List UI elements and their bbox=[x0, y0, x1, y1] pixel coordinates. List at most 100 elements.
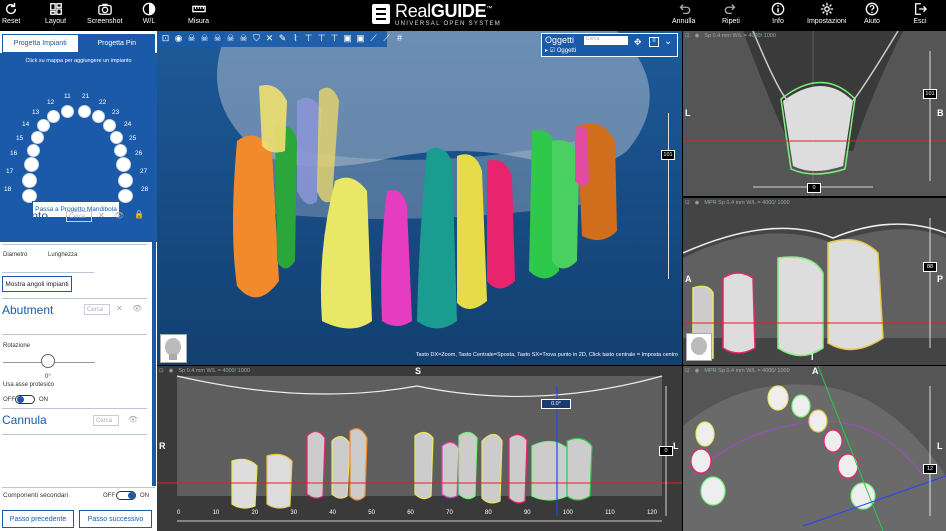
skull-icon[interactable]: ☠ bbox=[225, 33, 236, 47]
camera-icon: ◉ bbox=[168, 368, 174, 374]
secondary-toggle[interactable] bbox=[116, 491, 136, 500]
slice-slider-value[interactable]: 12 bbox=[923, 464, 937, 474]
tooth-23[interactable] bbox=[103, 119, 116, 132]
select-icon: ⊡ bbox=[685, 33, 690, 39]
help-button[interactable]: Aiuto bbox=[864, 2, 880, 25]
next-step-button[interactable]: Passo successivo bbox=[79, 510, 152, 528]
objects-search-input[interactable]: Cerca bbox=[584, 36, 628, 45]
eye-icon[interactable]: 👁 bbox=[132, 304, 142, 313]
line-icon[interactable]: ⟋ bbox=[368, 33, 379, 47]
abutment-search-field[interactable]: Cerca bbox=[84, 304, 110, 315]
ct-sagittal-view[interactable]: ⊡ ◉ MPR Sp 0.4 mm W/L = 4000/ 1000 A P 88 … bbox=[683, 198, 946, 365]
rotation-knob[interactable] bbox=[41, 354, 55, 368]
secondary-components-label: Componenti secondari bbox=[3, 492, 69, 499]
depth-slider[interactable] bbox=[668, 113, 669, 279]
eye-icon[interactable]: 👁 bbox=[114, 211, 124, 220]
implant-search-field[interactable]: Cerca bbox=[66, 211, 92, 222]
implant-icon[interactable]: ⊤ bbox=[303, 33, 314, 47]
skull-icon[interactable]: ☠ bbox=[238, 33, 249, 47]
slice-offset-value[interactable]: 0 bbox=[807, 183, 821, 193]
tab-implants[interactable]: Progetta Impianti bbox=[2, 34, 79, 53]
redo-button[interactable]: Ripeti bbox=[722, 2, 740, 25]
tooth-21[interactable] bbox=[78, 105, 91, 118]
tooth-icon[interactable]: ⛉ bbox=[251, 33, 262, 47]
info-button[interactable]: Info bbox=[771, 2, 785, 25]
ct-coronal-view[interactable]: ⊡ ◉ Sp 0.4 mm W/L = 4000/ 1000 L B 101 0 bbox=[683, 31, 946, 196]
list-icon[interactable]: ≡ bbox=[649, 37, 659, 47]
ct-panoramic-header: ⊡ ◉ Sp 0.4 mm W/L = 4000/ 1000 bbox=[159, 368, 250, 374]
close-icon[interactable]: ✕ bbox=[264, 33, 275, 47]
mouse-help-status: Tasto DX=Zoom, Tasto Centrale=Sposta, Ta… bbox=[415, 352, 678, 358]
slice-slider-value[interactable]: 88 bbox=[923, 262, 937, 272]
depth-slider-value[interactable]: 101 bbox=[661, 150, 675, 160]
brush-icon[interactable]: ⌇ bbox=[290, 33, 301, 47]
use-axis-label: Usa asse protesico bbox=[3, 382, 55, 388]
skull-icon[interactable]: ☠ bbox=[199, 33, 210, 47]
ct-panoramic-view[interactable]: ⊡ ◉ Sp 0.4 mm W/L = 4000/ 1000 R L S 0.0° … bbox=[157, 366, 682, 531]
camera-icon[interactable]: ◉ bbox=[173, 33, 184, 47]
tooth-24[interactable] bbox=[110, 131, 123, 144]
image-icon[interactable]: ▣ bbox=[342, 33, 353, 47]
grid-icon[interactable]: # bbox=[394, 33, 405, 47]
head-orientation-icon[interactable] bbox=[160, 334, 187, 363]
screenshot-button[interactable]: Screenshot bbox=[87, 2, 122, 25]
show-angles-button[interactable]: Mostra angoli impianti bbox=[2, 276, 72, 292]
tooth-25[interactable] bbox=[114, 144, 127, 157]
angle-value[interactable]: 0.0° bbox=[541, 399, 571, 409]
slice-slider-value[interactable]: 0 bbox=[659, 446, 673, 456]
layout-button[interactable]: Layout bbox=[45, 2, 66, 25]
divider bbox=[2, 334, 147, 335]
lock-icon[interactable]: 🔒 bbox=[134, 210, 144, 219]
tooth-26[interactable] bbox=[116, 157, 131, 172]
view-3d[interactable]: ⊡ ◉ ☠ ☠ ☠ ☠ ☠ ⛉ ✕ ✎ ⌇ ⊤ ⊤ ⊤ ▣ ▣ ⟋ ⟋ # Og… bbox=[157, 31, 682, 365]
head-orientation-icon[interactable] bbox=[686, 333, 712, 361]
slice-slider-value[interactable]: 101 bbox=[923, 89, 937, 99]
ct-coronal-image bbox=[683, 31, 946, 196]
implant-icon[interactable]: ⊤ bbox=[329, 33, 340, 47]
line-icon[interactable]: ⟋ bbox=[381, 33, 392, 47]
tooth-17[interactable] bbox=[22, 173, 37, 188]
move-icon[interactable]: ✥ bbox=[634, 37, 642, 48]
rotation-label: Rotazione bbox=[3, 343, 31, 349]
tooth-14[interactable] bbox=[31, 131, 44, 144]
tooth-28[interactable] bbox=[118, 189, 133, 203]
exit-button[interactable]: Esci bbox=[913, 2, 927, 25]
select-icon: ⊡ bbox=[685, 200, 690, 206]
tab-pin[interactable]: Progetta Pin bbox=[78, 34, 155, 53]
cannula-search-field[interactable]: Cerca bbox=[93, 415, 119, 426]
axis-toggle[interactable] bbox=[15, 395, 35, 404]
skull-icon[interactable]: ☠ bbox=[212, 33, 223, 47]
tooth-15[interactable] bbox=[27, 144, 40, 157]
eye-icon[interactable]: 👁 bbox=[128, 415, 138, 424]
tooth-27[interactable] bbox=[118, 173, 133, 188]
view3d-toolbar: ⊡ ◉ ☠ ☠ ☠ ☠ ☠ ⛉ ✕ ✎ ⌇ ⊤ ⊤ ⊤ ▣ ▣ ⟋ ⟋ # bbox=[160, 33, 405, 47]
logo-name: RealGUIDE™ bbox=[395, 1, 493, 21]
pen-icon[interactable]: ✎ bbox=[277, 33, 288, 47]
undo-button[interactable]: Annulla bbox=[672, 2, 695, 25]
reset-button[interactable]: Reset bbox=[2, 2, 20, 25]
tooth-16[interactable] bbox=[24, 157, 39, 172]
axis-on-label: ON bbox=[39, 397, 48, 403]
implant-icon[interactable]: ⊤ bbox=[316, 33, 327, 47]
ct-coronal-header: ⊡ ◉ Sp 0.4 mm W/L = 4000/ 1000 bbox=[685, 33, 776, 39]
close-icon[interactable]: ✕ bbox=[98, 211, 105, 220]
measure-button[interactable]: Misura bbox=[188, 2, 209, 25]
prev-step-button[interactable]: Passo precedente bbox=[2, 510, 74, 528]
objects-panel[interactable]: Oggetti ▸ ☑ Oggetti Cerca ✥ ≡ ⌄ bbox=[541, 33, 678, 57]
select-icon[interactable]: ⊡ bbox=[160, 33, 171, 47]
design-tabs: Progetta Impianti Progetta Pin bbox=[2, 34, 155, 53]
tooth-number: 24 bbox=[124, 121, 132, 128]
settings-button[interactable]: Impostazioni bbox=[807, 2, 846, 25]
tooth-13[interactable] bbox=[37, 119, 50, 132]
ct-axial-view[interactable]: ⊡ ◉ MPR Sp 0.4 mm W/L = 4000/ 1000 L A 12 bbox=[683, 366, 946, 531]
objects-tree-item[interactable]: ▸ ☑ Oggetti bbox=[545, 47, 576, 54]
divider bbox=[2, 272, 94, 273]
diameter-label: Diametro bbox=[3, 252, 28, 258]
wl-button[interactable]: W/L bbox=[142, 2, 156, 25]
close-icon[interactable]: ✕ bbox=[116, 304, 123, 313]
image-icon[interactable]: ▣ bbox=[355, 33, 366, 47]
chevron-down-icon[interactable]: ⌄ bbox=[664, 36, 672, 47]
skull-icon[interactable]: ☠ bbox=[186, 33, 197, 47]
panel-scrollbar[interactable] bbox=[152, 236, 156, 486]
tooth-11[interactable] bbox=[61, 105, 74, 118]
